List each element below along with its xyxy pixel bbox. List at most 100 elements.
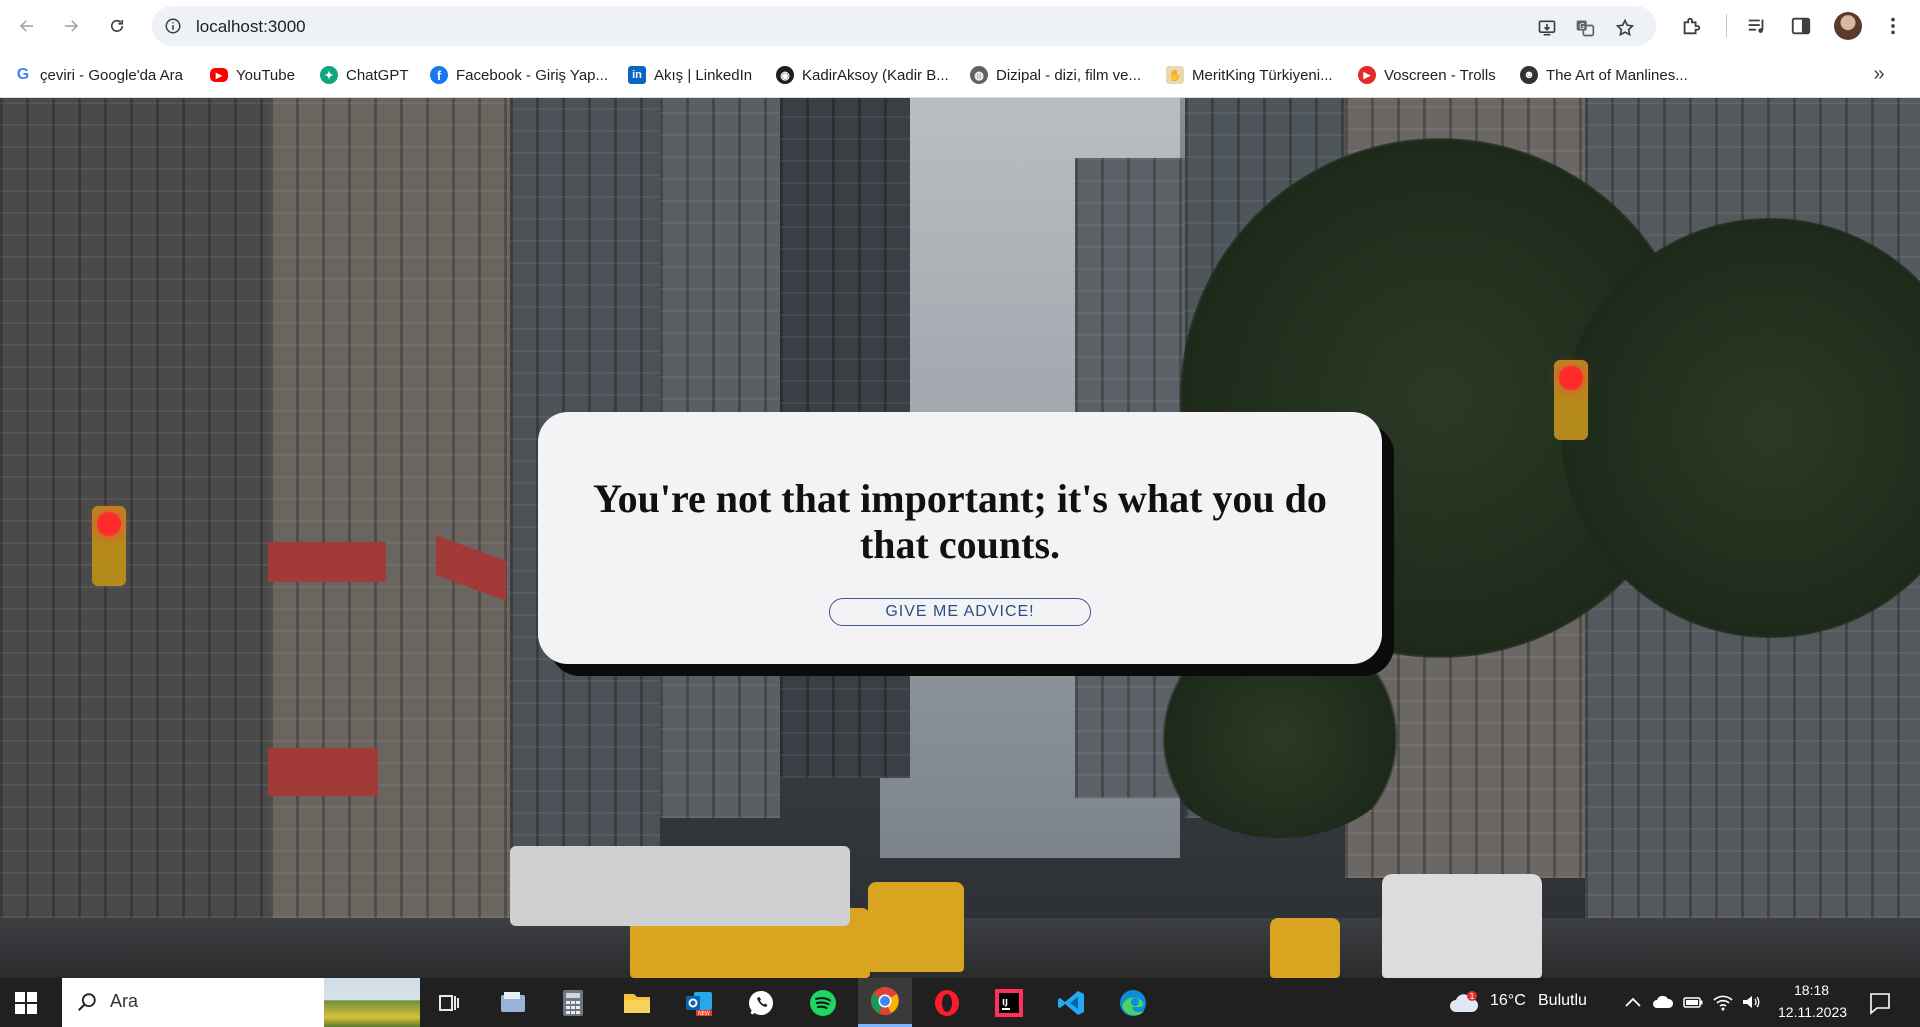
globe-icon: ◍	[970, 66, 988, 84]
bookmark-youtube[interactable]: ▶ YouTube	[210, 64, 295, 86]
bookmark-label: The Art of Manlines...	[1546, 66, 1688, 84]
notification-center-icon[interactable]	[1868, 991, 1892, 1015]
site-info-icon[interactable]	[164, 17, 182, 35]
forward-button[interactable]	[56, 11, 86, 41]
calculator-icon[interactable]	[556, 986, 590, 1020]
bookmark-google[interactable]: G çeviri - Google'da Ara	[14, 64, 183, 86]
edge-icon[interactable]	[1116, 986, 1150, 1020]
windows-start-icon[interactable]	[14, 991, 38, 1015]
chevron-double-right-icon[interactable]: »	[1868, 64, 1890, 86]
arrow-left-icon	[19, 20, 33, 32]
github-icon: ◉	[776, 66, 794, 84]
chrome-icon[interactable]	[858, 978, 912, 1027]
bookmark-label: MeritKing Türkiyeni...	[1192, 66, 1333, 84]
media-control-button[interactable]	[1744, 13, 1770, 39]
cloud-weather-icon[interactable]: 1	[1448, 990, 1480, 1014]
chatgpt-icon: ✦	[320, 66, 338, 84]
linkedin-icon: in	[628, 66, 646, 84]
bookmarks-bar: G çeviri - Google'da Ara ▶ YouTube ✦ Cha…	[0, 52, 1920, 98]
task-view-icon[interactable]	[432, 986, 466, 1020]
youtube-icon: ▶	[210, 68, 228, 82]
give-advice-button[interactable]: GIVE ME ADVICE!	[829, 598, 1091, 626]
manliness-icon: ☻	[1520, 66, 1538, 84]
reload-icon	[110, 19, 124, 32]
background-van	[1382, 874, 1542, 978]
intellij-icon[interactable]: IJ	[992, 986, 1026, 1020]
file-explorer-icon[interactable]	[496, 986, 530, 1020]
side-panel-icon	[1791, 17, 1811, 35]
bookmark-meritking[interactable]: ✋ MeritKing Türkiyeni...	[1166, 64, 1333, 86]
windows-taskbar: Ara NEW IJ 1 16°C Bulutlu 18:18 12.11.20…	[0, 978, 1920, 1027]
install-app-button[interactable]	[1534, 17, 1560, 39]
taskbar-search-box[interactable]: Ara	[62, 978, 420, 1027]
vscode-icon[interactable]	[1054, 986, 1088, 1020]
bookmark-label: Voscreen - Trolls	[1384, 66, 1496, 84]
svg-text:NEW: NEW	[698, 1011, 710, 1017]
weather-temperature[interactable]: 16°C	[1490, 992, 1526, 1010]
bookmark-label: YouTube	[236, 66, 295, 84]
bookmark-voscreen[interactable]: ▶ Voscreen - Trolls	[1358, 64, 1496, 86]
background-awning	[268, 748, 378, 796]
bookmark-label: Dizipal - dizi, film ve...	[996, 66, 1142, 84]
back-button[interactable]	[12, 11, 42, 41]
kebab-menu-icon	[1891, 17, 1895, 35]
wifi-icon[interactable]	[1712, 992, 1734, 1012]
search-placeholder: Ara	[110, 991, 139, 1011]
search-icon	[78, 993, 96, 1011]
translate-button[interactable]: G	[1572, 17, 1598, 39]
bookmark-star-button[interactable]	[1612, 17, 1638, 39]
address-bar[interactable]: localhost:3000 G	[152, 6, 1656, 46]
install-icon	[1538, 20, 1556, 36]
translate-icon: G	[1576, 20, 1595, 37]
bookmark-label: KadirAksoy (Kadir B...	[802, 66, 949, 84]
battery-icon[interactable]	[1682, 992, 1704, 1012]
background-traffic-light	[92, 506, 126, 586]
weather-alert-badge: 1	[1470, 992, 1475, 1001]
star-icon	[1615, 18, 1635, 37]
bookmark-label: Akış | LinkedIn	[654, 66, 753, 84]
spotify-icon[interactable]	[806, 986, 840, 1020]
clock-date[interactable]: 12.11.2023	[1778, 1004, 1847, 1020]
chevron-up-icon[interactable]	[1622, 992, 1644, 1012]
puzzle-icon	[1683, 17, 1701, 35]
bookmark-chatgpt[interactable]: ✦ ChatGPT	[320, 64, 409, 86]
volume-icon[interactable]	[1740, 992, 1762, 1012]
profile-avatar[interactable]	[1834, 12, 1862, 40]
whatsapp-icon[interactable]	[744, 986, 778, 1020]
facebook-icon: f	[430, 66, 448, 84]
reload-button[interactable]	[102, 11, 132, 41]
svg-text:G: G	[1579, 22, 1585, 31]
browser-toolbar: localhost:3000 G	[0, 0, 1920, 52]
browser-menu-button[interactable]	[1880, 13, 1906, 39]
toolbar-divider	[1726, 14, 1727, 38]
bookmark-linkedin[interactable]: in Akış | LinkedIn	[628, 64, 752, 86]
arrow-right-icon	[65, 20, 79, 32]
clock-time[interactable]: 18:18	[1794, 982, 1829, 998]
background-building	[0, 98, 270, 918]
outlook-icon[interactable]: NEW	[682, 986, 716, 1020]
opera-icon[interactable]	[930, 986, 964, 1020]
onedrive-icon[interactable]	[1652, 992, 1674, 1012]
bookmark-label: çeviri - Google'da Ara	[40, 66, 183, 84]
meritking-icon: ✋	[1166, 66, 1184, 84]
bookmark-label: ChatGPT	[346, 66, 409, 84]
background-tree	[1150, 638, 1410, 838]
background-bus	[510, 846, 850, 926]
bookmark-facebook[interactable]: f Facebook - Giriş Yap...	[430, 64, 608, 86]
background-taxi	[1270, 918, 1340, 978]
weather-description[interactable]: Bulutlu	[1538, 992, 1587, 1010]
svg-text:IJ: IJ	[1002, 998, 1008, 1007]
google-icon: G	[14, 66, 32, 84]
side-panel-button[interactable]	[1788, 13, 1814, 39]
bookmark-label: Facebook - Giriş Yap...	[456, 66, 609, 84]
search-highlight-image	[324, 978, 420, 1027]
advice-card: You're not that important; it's what you…	[538, 412, 1382, 664]
url-text[interactable]: localhost:3000	[196, 17, 306, 37]
bookmark-github[interactable]: ◉ KadirAksoy (Kadir B...	[776, 64, 949, 86]
bookmark-dizipal[interactable]: ◍ Dizipal - dizi, film ve...	[970, 64, 1141, 86]
folder-icon[interactable]	[620, 986, 654, 1020]
bookmark-manliness[interactable]: ☻ The Art of Manlines...	[1520, 64, 1688, 86]
background-awning	[268, 542, 386, 582]
voscreen-icon: ▶	[1358, 66, 1376, 84]
extensions-button[interactable]	[1678, 13, 1704, 39]
